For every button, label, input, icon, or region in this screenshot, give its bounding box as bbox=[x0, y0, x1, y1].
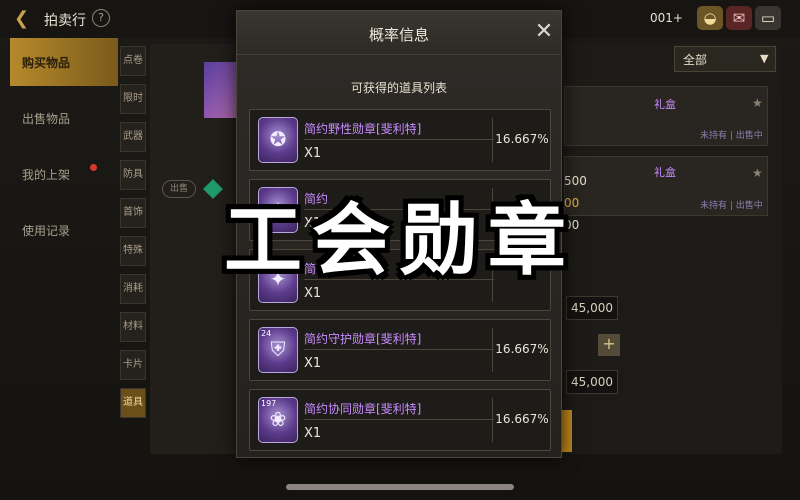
plus-button[interactable]: + bbox=[598, 334, 620, 356]
listing-title: 礼盒 bbox=[654, 98, 676, 111]
close-icon[interactable]: ✕ bbox=[529, 17, 559, 47]
item-probability: 16.667% bbox=[495, 342, 549, 356]
overlay-caption: 工会勋章 bbox=[223, 196, 576, 286]
dialog-header: 概率信息 ✕ bbox=[237, 11, 561, 55]
item-name: 简约守护勋章[斐利特] bbox=[304, 332, 422, 346]
sidebar-item-sell[interactable]: 出售物品 bbox=[10, 94, 118, 142]
item-probability: 16.667% bbox=[495, 412, 549, 426]
dialog-subtitle: 可获得的道具列表 bbox=[350, 81, 447, 95]
listing-status: 未持有 | 出售中 bbox=[700, 131, 763, 141]
list-item[interactable]: 197 ❀ 简约协同勋章[斐利特] X1 16.667% bbox=[249, 389, 551, 451]
star-icon[interactable]: ★ bbox=[752, 96, 763, 110]
list-item[interactable]: 24 ⛨ 简约守护勋章[斐利特] X1 16.667% bbox=[249, 319, 551, 381]
currency-value: 001+ bbox=[650, 11, 683, 25]
home-indicator bbox=[286, 484, 514, 490]
guard-medal-icon: 24 ⛨ bbox=[258, 327, 298, 373]
category-tab[interactable]: 道具 bbox=[120, 388, 146, 418]
chat-icon[interactable]: ▭ bbox=[755, 6, 781, 30]
item-probability: 16.667% bbox=[495, 132, 549, 146]
item-thumbnail bbox=[204, 62, 238, 118]
category-tab[interactable]: 限时 bbox=[120, 84, 146, 114]
shield-medal-icon: ✪ bbox=[258, 117, 298, 163]
coop-medal-icon: 197 ❀ bbox=[258, 397, 298, 443]
notification-dot bbox=[90, 164, 97, 171]
category-tab[interactable]: 材料 bbox=[120, 312, 146, 342]
sidebar-item-label: 出售物品 bbox=[22, 112, 71, 126]
category-tab[interactable]: 点卷 bbox=[120, 46, 146, 76]
bag-icon[interactable]: ◒ bbox=[697, 6, 723, 30]
mail-icon[interactable]: ✉ bbox=[726, 6, 752, 30]
category-tab[interactable]: 卡片 bbox=[120, 350, 146, 380]
sidebar-item-buy[interactable]: 购买物品 bbox=[10, 38, 118, 86]
help-icon[interactable]: ? bbox=[92, 9, 110, 27]
triangle-down-icon: ▼ bbox=[760, 52, 769, 65]
item-name: 简约野性勋章[斐利特] bbox=[304, 122, 422, 136]
item-quantity: X1 bbox=[304, 146, 322, 161]
item-quantity: X1 bbox=[304, 356, 322, 371]
back-icon[interactable]: ❮ bbox=[14, 8, 29, 29]
item-quantity: X1 bbox=[304, 426, 322, 441]
item-name: 简约协同勋章[斐利特] bbox=[304, 402, 422, 416]
page-title: 拍卖行 bbox=[44, 13, 86, 29]
unit-price-field[interactable]: 45,000 bbox=[566, 296, 618, 320]
category-tab[interactable]: 武器 bbox=[120, 122, 146, 152]
list-item[interactable]: ✪ 简约野性勋章[斐利特] X1 16.667% bbox=[249, 109, 551, 171]
sidebar-item-label: 购买物品 bbox=[22, 56, 71, 70]
total-price-field: 45,000 bbox=[566, 370, 618, 394]
dialog-title: 概率信息 bbox=[368, 26, 429, 44]
